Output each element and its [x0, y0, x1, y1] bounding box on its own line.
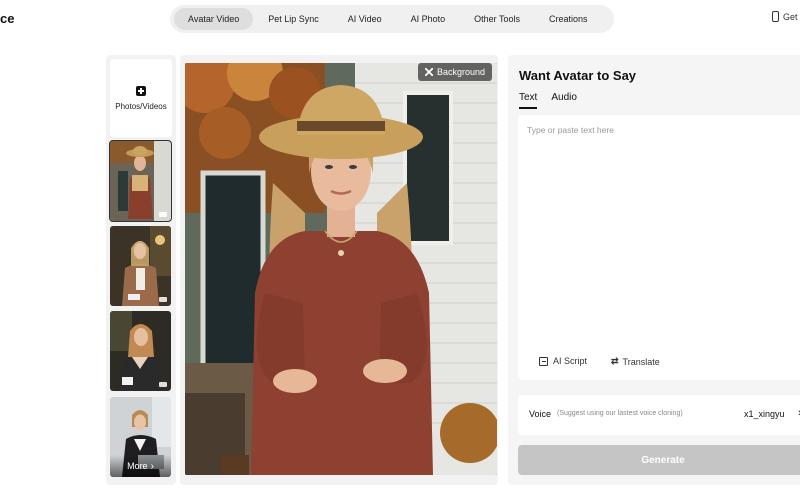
nav-pet-lip-sync[interactable]: Pet Lip Sync — [254, 8, 333, 30]
chevron-right-icon: › — [150, 460, 154, 472]
video-camera-icon — [159, 297, 167, 302]
avatar-thumbnail-2[interactable] — [110, 226, 171, 306]
more-avatars-button[interactable]: More › — [110, 455, 171, 477]
script-panel: Want Avatar to Say Text Audio AI Script … — [508, 55, 800, 485]
translate-button[interactable]: ⇄ Translate — [611, 356, 660, 367]
voice-selector[interactable]: Voice (Suggest using our lastest voice c… — [518, 395, 800, 435]
nav-other-tools[interactable]: Other Tools — [460, 8, 534, 30]
script-text-area: AI Script ⇄ Translate — [518, 115, 800, 380]
background-button-label: Background — [436, 67, 485, 77]
upload-photos-videos-button[interactable]: Photos/Videos — [110, 59, 172, 137]
nav-avatar-video[interactable]: Avatar Video — [174, 8, 254, 30]
avatar-thumbnail-3-image — [110, 311, 171, 391]
ai-script-label: AI Script — [553, 356, 588, 366]
background-button[interactable]: Background — [417, 63, 492, 81]
expand-icon — [424, 68, 433, 76]
avatar-thumbnail-2-image — [110, 226, 171, 306]
brand-logo-text: ce — [0, 11, 15, 26]
voice-value: x1_xingyu — [744, 409, 785, 419]
panel-title: Want Avatar to Say — [519, 68, 637, 83]
nav-ai-photo[interactable]: AI Photo — [397, 8, 460, 30]
avatar-preview: Background — [180, 55, 498, 485]
avatar-thumbnail-3[interactable] — [110, 311, 171, 391]
avatar-photo-illustration — [185, 63, 497, 475]
generate-button[interactable]: Generate — [518, 445, 800, 475]
upload-label: Photos/Videos — [115, 101, 167, 111]
nav-creations[interactable]: Creations — [535, 8, 602, 30]
ai-script-icon — [539, 356, 548, 366]
translate-label: Translate — [622, 356, 660, 367]
video-camera-icon — [159, 212, 167, 217]
avatar-thumbnail-1-image — [110, 141, 171, 221]
input-mode-tabs: Text Audio — [519, 92, 591, 109]
avatar-preview-image — [185, 63, 497, 475]
avatar-thumbnail-1[interactable] — [109, 140, 172, 222]
tab-audio[interactable]: Audio — [551, 92, 577, 109]
translate-icon: ⇄ — [611, 356, 619, 366]
get-app-label: Get — [783, 11, 798, 22]
ai-script-button[interactable]: AI Script — [539, 356, 587, 366]
top-nav: Avatar Video Pet Lip Sync AI Video AI Ph… — [170, 5, 614, 33]
plus-icon — [136, 85, 146, 96]
nav-ai-video[interactable]: AI Video — [334, 8, 396, 30]
video-camera-icon — [159, 382, 167, 387]
voice-label: Voice — [529, 409, 552, 419]
more-label: More — [127, 461, 148, 471]
avatar-thumbnail-4[interactable]: More › — [110, 397, 171, 477]
avatar-thumbnail-list: Photos/Videos More › — [106, 55, 176, 485]
phone-icon — [772, 11, 779, 22]
voice-hint: (Suggest using our lastest voice cloning… — [557, 410, 683, 417]
script-text-input[interactable] — [527, 125, 797, 325]
tab-text[interactable]: Text — [519, 92, 538, 109]
get-app-link[interactable]: Get — [772, 11, 798, 22]
